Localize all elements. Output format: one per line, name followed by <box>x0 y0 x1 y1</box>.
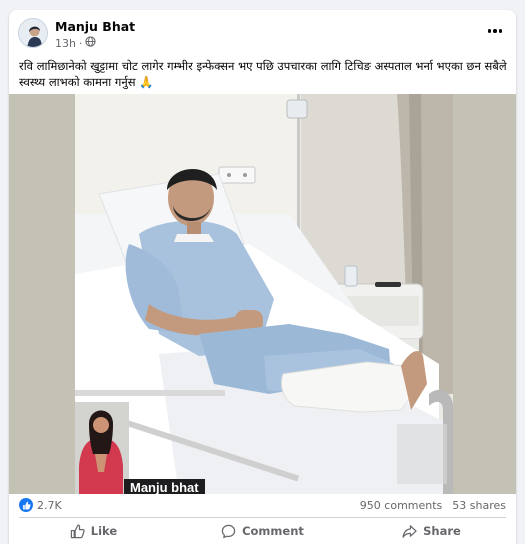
thumbs-up-icon <box>70 524 85 539</box>
post-stats: 2.7K 950 comments 53 shares <box>9 494 516 516</box>
post-photo[interactable]: Manju bhat <box>9 94 516 494</box>
post-time[interactable]: 13h <box>55 37 76 50</box>
share-label: Share <box>423 524 461 538</box>
share-icon <box>402 524 417 539</box>
comment-count[interactable]: 950 comments <box>360 499 442 512</box>
like-label: Like <box>90 524 118 538</box>
more-horizontal-icon <box>487 29 492 33</box>
comment-button[interactable]: Comment <box>178 518 347 544</box>
share-button[interactable]: Share <box>347 518 516 544</box>
post-header: Manju Bhat 13h · <box>9 10 516 54</box>
like-button[interactable]: Like <box>9 518 178 544</box>
post-actions: Like Comment Share <box>9 518 516 544</box>
post-caption: रवि लामिछानेको खुट्टामा चोट लागेर गम्भीर… <box>19 59 507 89</box>
comment-icon <box>221 524 236 539</box>
post-meta: 13h · <box>55 36 97 50</box>
photo-watermark: Manju bhat <box>124 479 205 494</box>
author-avatar[interactable] <box>18 18 48 48</box>
hospital-patient-illustration <box>9 94 516 494</box>
globe-icon <box>85 36 97 50</box>
author-name[interactable]: Manju Bhat <box>55 19 135 34</box>
more-options-button[interactable] <box>484 24 506 38</box>
post-card: Manju Bhat 13h · रवि लामिछानेको खुट्टामा… <box>9 10 516 544</box>
reaction-count[interactable]: 2.7K <box>37 499 62 512</box>
share-count[interactable]: 53 shares <box>452 499 506 512</box>
engagement-counts: 950 comments 53 shares <box>360 499 506 512</box>
like-reaction-icon[interactable] <box>19 498 33 512</box>
comment-label: Comment <box>242 524 304 538</box>
meta-separator: · <box>78 36 83 50</box>
